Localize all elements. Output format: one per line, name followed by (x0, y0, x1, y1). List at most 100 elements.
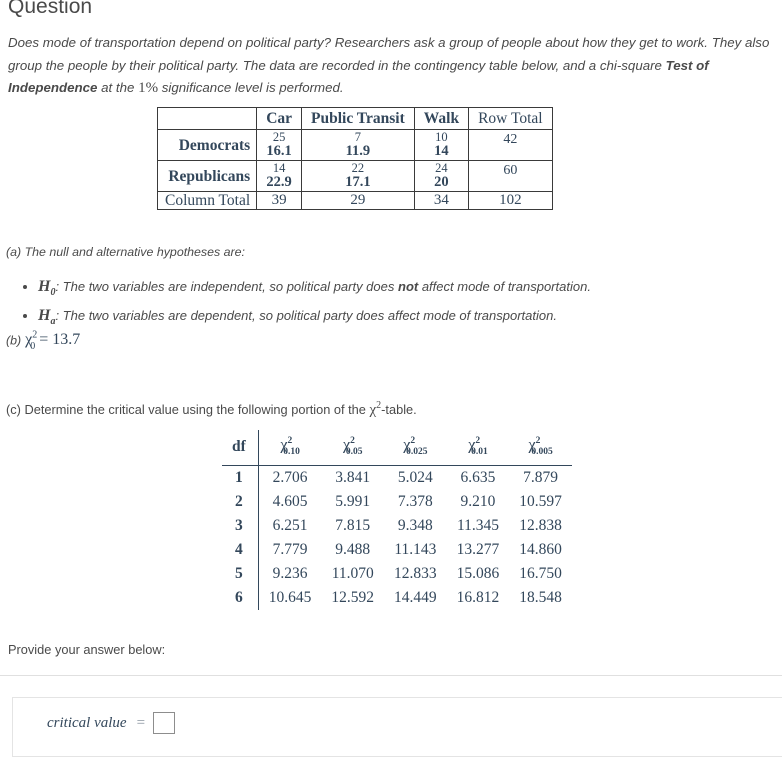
table-corner-cell (156, 107, 258, 130)
contingency-table-container: Car Public Transit Walk Row Total Democr… (156, 107, 553, 210)
chi-value: 9.348 (397, 516, 433, 534)
cell-republicans-row-total: 60 (468, 160, 553, 192)
chi-value: 9.488 (335, 540, 371, 558)
column-header-row-total: Row Total (468, 107, 553, 130)
chi-value: 10.597 (519, 492, 562, 510)
chi-header-0005: χ20.005 (509, 430, 572, 466)
question-intro-text: Does mode of transportation depend on po… (8, 32, 772, 100)
alternative-hypothesis-text: : The two variables are dependent, so po… (55, 308, 557, 324)
contingency-table: Car Public Transit Walk Row Total Democr… (156, 107, 553, 210)
part-b-line: (b) χ20 = 13.7 (6, 330, 80, 352)
table-row: Republicans 14 22.9 22 17.1 24 20 60 (156, 160, 553, 192)
chi-value: 6.635 (460, 468, 496, 486)
part-a-prompt: (a) The null and alternative hypotheses … (6, 245, 246, 259)
null-hypothesis-symbol: H0 (38, 278, 56, 299)
part-c-prompt: (c) Determine the critical value using t… (6, 400, 417, 419)
chi-square-value: 13.7 (52, 331, 81, 349)
critical-value-input[interactable] (153, 712, 176, 734)
page-title: Question (8, 0, 93, 18)
chi-table-row: 6 10.645 12.592 14.449 16.812 18.548 (222, 585, 572, 610)
chi-value: 11.070 (331, 564, 374, 582)
chi-value: 6.251 (272, 516, 308, 534)
chi-table-row: 4 7.779 9.488 11.143 13.277 14.860 (222, 537, 572, 562)
cell-democrats-public-transit: 7 11.9 (301, 129, 415, 161)
chi-value: 3.841 (335, 468, 371, 486)
cell-republicans-public-transit: 22 17.1 (301, 160, 415, 192)
column-header-walk: Walk (413, 107, 470, 130)
critical-value-label: critical value (47, 714, 127, 731)
chi-value: 10.645 (268, 588, 312, 606)
chi-value: 12.833 (394, 564, 437, 582)
row-label-column-total: Column Total (156, 191, 258, 210)
chi-value: 5.991 (335, 492, 371, 510)
chi-value: 9.236 (272, 564, 308, 582)
table-row: Democrats 25 16.1 7 11.9 10 14 42 (156, 129, 553, 161)
part-c-text-pre: (c) Determine the critical value using t… (6, 402, 370, 417)
chi-value: 5.024 (397, 468, 433, 486)
chi-value: 9.210 (460, 492, 496, 510)
part-b-prompt: (b) (6, 333, 22, 348)
chi-value: 7.378 (397, 492, 433, 510)
chi-df-value: 5 (222, 561, 259, 586)
row-label-democrats: Democrats (156, 129, 258, 161)
chi-df-value: 3 (222, 513, 259, 538)
row-total-value: 42 (503, 131, 518, 147)
chi-square-table-symbol: χ2 (369, 400, 382, 418)
chi-square-table: df χ20.10 χ20.05 χ20.025 χ20.01 χ20.005 … (222, 430, 572, 610)
chi-value: 7.815 (335, 516, 371, 534)
chi-equals: = (35, 331, 53, 349)
chi-table-row: 1 2.706 3.841 5.024 6.635 7.879 (222, 465, 572, 490)
chi-square-table-container: df χ20.10 χ20.05 χ20.025 χ20.01 χ20.005 … (222, 430, 572, 610)
table-total-row: Column Total 39 29 34 102 (156, 191, 553, 210)
row-total-value: 60 (503, 162, 518, 178)
expected-value: 16.1 (266, 143, 292, 159)
chi-value: 16.812 (456, 588, 500, 606)
column-header-car: Car (256, 107, 303, 130)
null-hypothesis-bold-word: not (398, 279, 419, 294)
column-header-public-transit: Public Transit (301, 107, 415, 130)
cell-republicans-car: 14 22.9 (256, 160, 303, 192)
section-divider (0, 675, 782, 676)
column-total-walk: 34 (413, 191, 470, 210)
chi-value: 2.706 (272, 468, 308, 486)
chi-square-statistic: χ20 = 13.7 (25, 330, 81, 352)
chi-value: 12.838 (519, 516, 562, 534)
chi-value: 11.143 (394, 540, 437, 558)
column-total-public-transit: 29 (301, 191, 415, 210)
alternative-hypothesis-symbol: Ha (38, 307, 56, 328)
expected-value: 20 (434, 174, 449, 190)
null-hypothesis-text-post: affect mode of transportation. (418, 279, 591, 294)
chi-value: 14.449 (394, 588, 437, 606)
intro-line-1: Does mode of transportation depend on po… (8, 35, 708, 50)
chi-table-row: 2 4.605 5.991 7.378 9.210 10.597 (222, 489, 572, 514)
chi-value: 12.592 (331, 588, 375, 606)
chi-table-header-row: df χ20.10 χ20.05 χ20.025 χ20.01 χ20.005 (222, 430, 572, 466)
chi-value: 16.750 (519, 564, 562, 582)
chi-header-001: χ20.01 (446, 430, 510, 466)
equals-sign: = (136, 714, 146, 731)
critical-value-answer-row: critical value = (47, 712, 176, 734)
expected-value: 14 (434, 143, 449, 159)
chi-header-df: df (222, 430, 259, 466)
significance-level: 1% (138, 80, 159, 96)
cell-republicans-walk: 24 20 (413, 160, 470, 192)
chi-value: 13.277 (456, 540, 500, 558)
intro-line-3-tail: significance level is performed. (158, 80, 344, 95)
expected-value: 22.9 (266, 174, 292, 190)
chi-value: 15.086 (456, 564, 500, 582)
chi-value: 18.548 (519, 588, 562, 606)
cell-democrats-row-total: 42 (468, 129, 553, 161)
intro-after-bold: at the (97, 80, 139, 95)
chi-df-value: 2 (222, 489, 259, 514)
chi-header-005: χ20.05 (321, 430, 385, 466)
chi-df-value: 4 (222, 537, 259, 562)
chi-value: 4.605 (272, 492, 308, 510)
chi-table-row: 3 6.251 7.815 9.348 11.345 12.838 (222, 513, 572, 538)
hypotheses-list: H0: The two variables are independent, s… (6, 275, 746, 333)
expected-value: 11.9 (345, 143, 371, 159)
provide-answer-label: Provide your answer below: (8, 642, 166, 657)
column-total-car: 39 (256, 191, 303, 210)
list-item-alternative-hypothesis: Ha: The two variables are dependent, so … (38, 304, 746, 333)
chi-df-value: 6 (222, 585, 259, 610)
grand-total: 102 (468, 191, 553, 210)
